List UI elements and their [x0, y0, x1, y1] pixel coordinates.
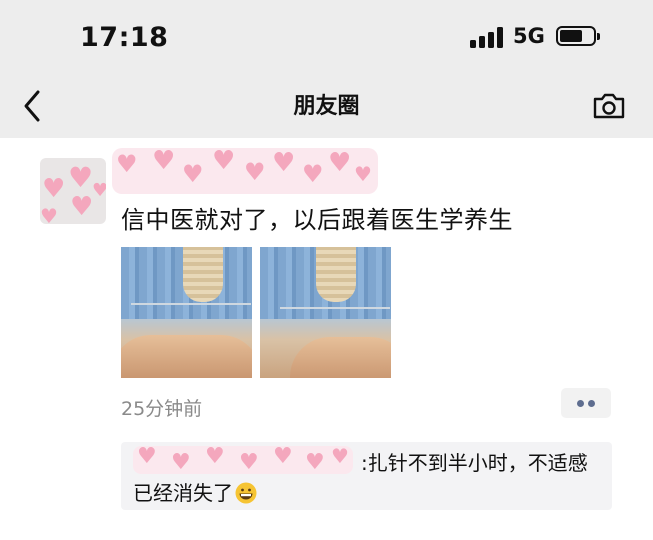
camera-icon [593, 93, 625, 119]
post-timestamp: 25分钟前 [121, 398, 203, 420]
comment-box: ♥ ♥ ♥ ♥ ♥ ♥ ♥ :扎针不到半小时，不适感已经消失了 [121, 442, 612, 510]
page-title: 朋友圈 [293, 94, 360, 119]
comment-text: :扎针不到半小时，不适感已经消失了 [133, 448, 603, 508]
post-text: 信中医就对了，以后跟着医生学养生 [121, 206, 513, 234]
grinning-face-emoji [235, 482, 257, 504]
post-photo[interactable] [121, 247, 252, 378]
battery-icon [556, 26, 600, 46]
comment-content: :扎针不到半小时，不适感已经消失了 [133, 451, 588, 505]
status-time: 17:18 [80, 22, 169, 53]
username-mosaic[interactable]: ♥ ♥ ♥ ♥ ♥ ♥ ♥ ♥ ♥ [112, 148, 378, 194]
post-photo[interactable] [260, 247, 391, 378]
more-button[interactable] [561, 388, 611, 418]
more-dots-icon [577, 400, 584, 407]
signal-icon [470, 26, 504, 48]
network-type: 5G [513, 24, 545, 48]
camera-button[interactable] [592, 90, 626, 122]
avatar[interactable]: ♥ ♥ ♥ ♥ ♥ [40, 158, 106, 224]
